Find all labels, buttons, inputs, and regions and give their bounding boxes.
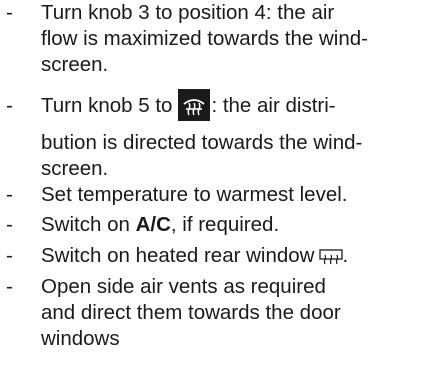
rear-window-heating-icon — [318, 246, 343, 265]
instruction-text: Turn knob 5 to — [41, 94, 173, 117]
list-dash: - — [6, 275, 13, 298]
list-dash: - — [6, 94, 13, 117]
windscreen-defrost-icon — [178, 89, 211, 121]
instruction-line: windows — [41, 327, 120, 350]
instruction-line: Open side air vents as required — [41, 275, 326, 298]
instruction-text: : the air distri- — [211, 94, 336, 117]
instruction-item-4: - Switch on A/C, if required. — [0, 212, 438, 238]
ac-label: A/C — [135, 213, 171, 236]
instruction-item-2: - Turn knob 5 to : the air distri- butio… — [0, 86, 438, 182]
instruction-text: . — [342, 244, 349, 267]
instruction-line: Turn knob 5 to : the air distri- — [41, 86, 430, 126]
list-dash: - — [6, 213, 13, 236]
instruction-item-6: - Open side air vents as required and di… — [0, 274, 438, 352]
instruction-line: screen. — [41, 53, 109, 76]
list-dash: - — [6, 183, 13, 206]
instruction-line: and direct them towards the door — [41, 301, 341, 324]
list-dash: - — [6, 244, 13, 267]
instruction-line: Turn knob 3 to position 4: the air — [41, 1, 335, 24]
instruction-item-5: - Switch on heated rear window . — [0, 243, 438, 269]
instruction-line: flow is maximized towards the wind- — [41, 27, 368, 50]
instruction-line: Set temperature to warmest level. — [41, 183, 348, 206]
instruction-line: screen. — [41, 157, 109, 180]
instruction-text: , if required. — [170, 213, 280, 236]
instruction-list: - Turn knob 3 to position 4: the air flo… — [0, 0, 438, 352]
instruction-line: bution is directed towards the wind- — [41, 131, 363, 154]
instruction-line: Switch on A/C, if required. — [41, 212, 430, 238]
instruction-line: Switch on heated rear window . — [41, 243, 430, 269]
instruction-text: Switch on — [41, 213, 136, 236]
instruction-item-1: - Turn knob 3 to position 4: the air flo… — [0, 0, 438, 78]
list-dash: - — [6, 1, 13, 24]
instruction-item-3: - Set temperature to warmest level. — [0, 182, 438, 208]
instruction-text: Switch on heated rear window — [41, 244, 315, 267]
